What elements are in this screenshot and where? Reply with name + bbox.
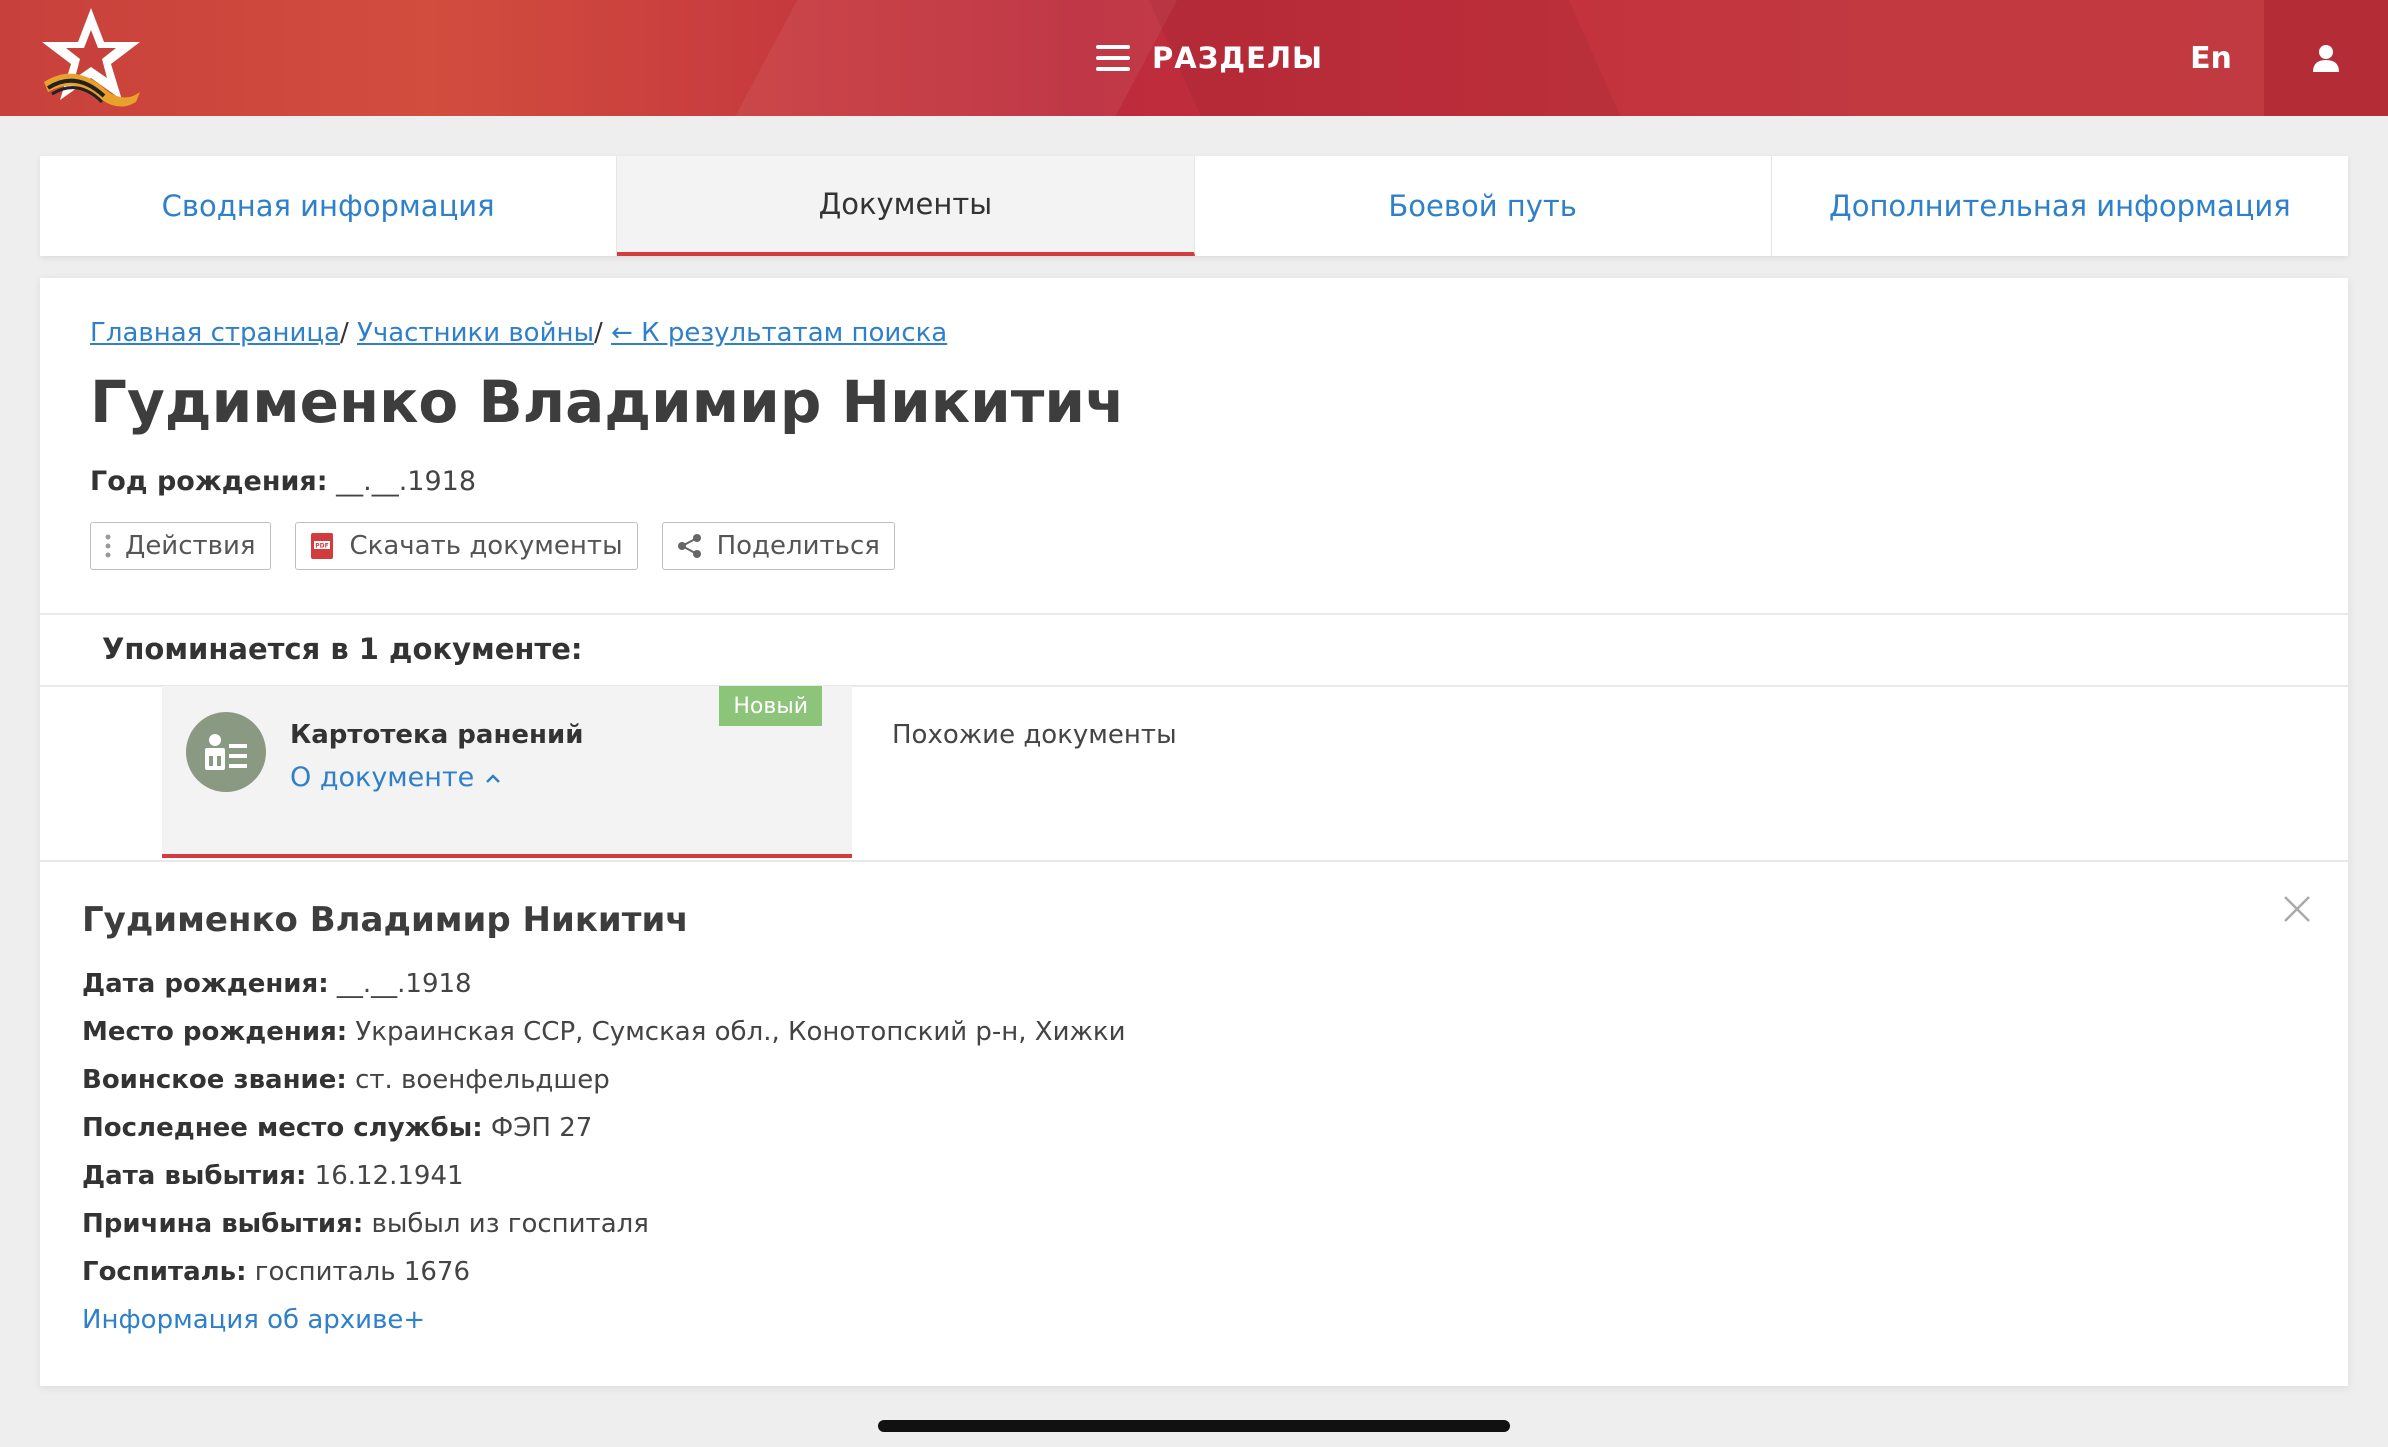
document-details: Дата рождения: __.__.1918 Место рождения… [82, 960, 1126, 1344]
pdf-icon: PDF [310, 533, 333, 559]
similar-documents-link[interactable]: Похожие документы [892, 720, 1177, 750]
section-tabs: Сводная информация Документы Боевой путь… [40, 156, 2348, 256]
detail-value: госпиталь 1676 [254, 1257, 471, 1287]
breadcrumb-home-link[interactable]: Главная страница [90, 318, 340, 348]
detail-label: Дата выбытия: [82, 1161, 307, 1191]
detail-label: Место рождения: [82, 1017, 348, 1047]
svg-text:PDF: PDF [315, 543, 328, 550]
breadcrumb-participants-link[interactable]: Участники войны [357, 318, 594, 348]
archive-info-link[interactable]: Информация об архиве+ [82, 1296, 1126, 1344]
tab-documents[interactable]: Документы [617, 156, 1195, 256]
person-card: Главная страница/ Участники войны/ ← К р… [40, 278, 2348, 1386]
detail-value: ФЭП 27 [490, 1113, 593, 1143]
download-documents-button[interactable]: PDF Скачать документы [294, 522, 638, 570]
back-to-results-link[interactable]: ← К результатам поиска [611, 318, 947, 348]
document-card[interactable]: Картотека ранений О документе Новый [162, 686, 852, 858]
share-icon [677, 534, 701, 558]
action-buttons: Действия PDF Скачать документы Поделитьс… [90, 522, 895, 570]
detail-label: Воинское звание: [82, 1065, 347, 1095]
birth-year: Год рождения: __.__.1918 [90, 466, 476, 497]
hamburger-icon [1096, 45, 1130, 71]
detail-row-departure-reason: Причина выбытия: выбыл из госпиталя [82, 1200, 1126, 1248]
chevron-up-icon [486, 773, 501, 783]
detail-value: 16.12.1941 [314, 1161, 464, 1191]
home-indicator[interactable] [878, 1420, 1510, 1432]
tab-summary[interactable]: Сводная информация [40, 156, 618, 256]
actions-button[interactable]: Действия [90, 522, 271, 570]
birth-year-value: __.__.1918 [336, 466, 477, 497]
document-name: Картотека ранений [290, 720, 584, 750]
top-header: РАЗДЕЛЫ En [0, 0, 2388, 116]
share-button[interactable]: Поделиться [661, 522, 895, 570]
details-title: Гудименко Владимир Никитич [82, 900, 689, 940]
share-button-label: Поделиться [716, 531, 880, 561]
about-document-label: О документе [290, 762, 475, 793]
sections-menu-button[interactable]: РАЗДЕЛЫ [1096, 0, 1323, 116]
detail-value: ст. военфельдшер [355, 1065, 610, 1095]
mentions-title: Упоминается в 1 документе: [102, 632, 583, 666]
breadcrumb-separator: / [339, 318, 349, 348]
vertical-dots-icon [105, 534, 111, 558]
birth-year-label: Год рождения: [90, 466, 328, 497]
detail-row-birth-place: Место рождения: Украинская ССР, Сумская … [82, 1008, 1126, 1056]
language-switch[interactable]: En [2170, 0, 2252, 116]
detail-row-birth-date: Дата рождения: __.__.1918 [82, 960, 1126, 1008]
detail-row-departure-date: Дата выбытия: 16.12.1941 [82, 1152, 1126, 1200]
detail-label: Госпиталь: [82, 1257, 247, 1287]
detail-value: Украинская ССР, Сумская обл., Конотопски… [355, 1017, 1126, 1047]
detail-row-last-service: Последнее место службы: ФЭП 27 [82, 1104, 1126, 1152]
actions-button-label: Действия [125, 531, 256, 561]
page-title: Гудименко Владимир Никитич [90, 368, 1125, 436]
new-badge: Новый [719, 686, 822, 726]
detail-row-rank: Воинское звание: ст. военфельдшер [82, 1056, 1126, 1104]
wound-card-icon [186, 712, 266, 792]
divider [40, 613, 2348, 615]
detail-label: Причина выбытия: [82, 1209, 364, 1239]
detail-value: выбыл из госпиталя [371, 1209, 649, 1239]
download-documents-label: Скачать документы [349, 531, 623, 561]
detail-row-hospital: Госпиталь: госпиталь 1676 [82, 1248, 1126, 1296]
about-document-toggle[interactable]: О документе [290, 762, 502, 793]
detail-value: __.__.1918 [336, 969, 472, 999]
tab-additional-info[interactable]: Дополнительная информация [1772, 156, 2348, 256]
tab-combat-path[interactable]: Боевой путь [1195, 156, 1772, 256]
user-account-button[interactable] [2264, 0, 2388, 116]
breadcrumb-separator: / [594, 318, 603, 348]
detail-label: Последнее место службы: [82, 1113, 483, 1143]
detail-label: Дата рождения: [82, 969, 329, 999]
close-icon[interactable] [2282, 894, 2312, 924]
star-logo-icon[interactable] [36, 4, 146, 110]
sections-menu-label: РАЗДЕЛЫ [1152, 41, 1324, 75]
divider [40, 860, 2348, 862]
user-icon [2313, 45, 2339, 72]
breadcrumb: Главная страница/ Участники войны/ ← К р… [90, 318, 947, 348]
